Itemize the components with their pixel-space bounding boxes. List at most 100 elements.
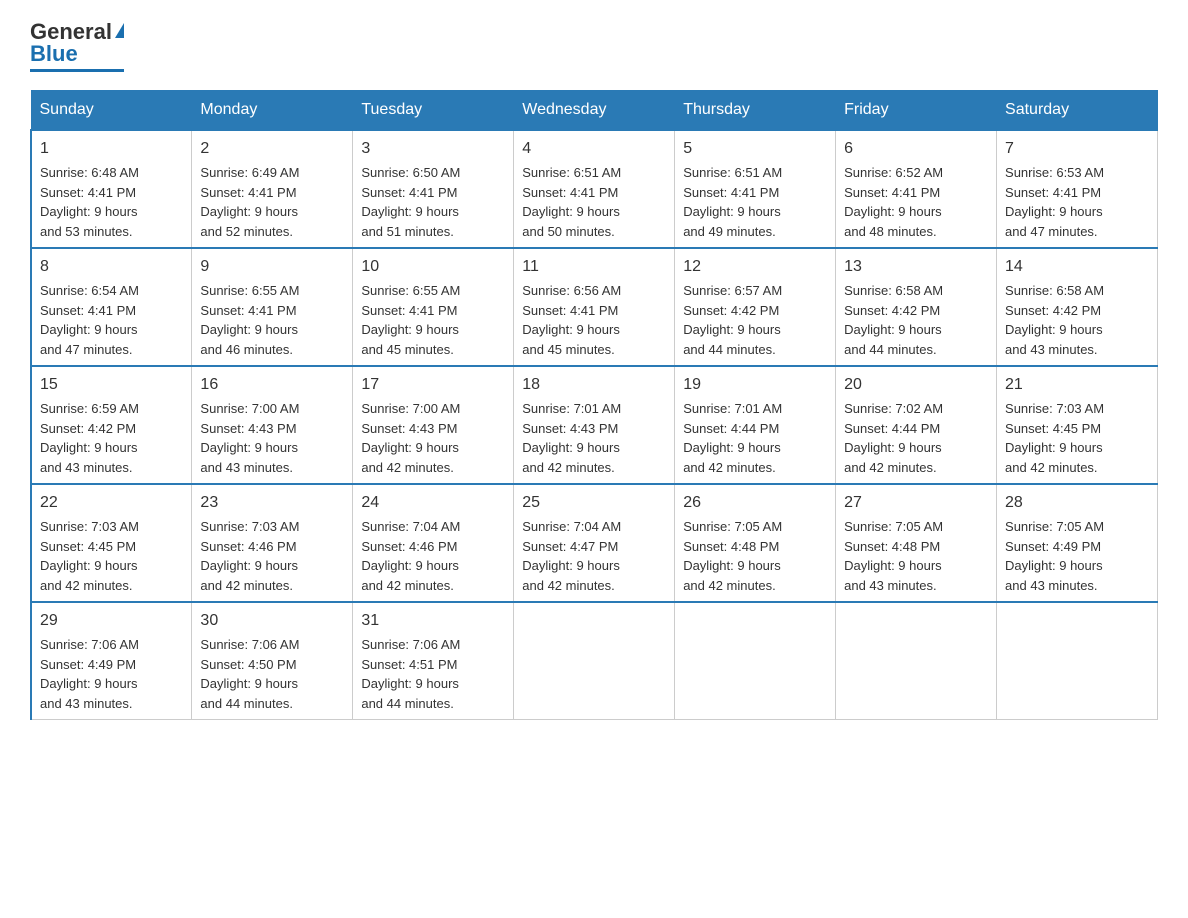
logo: General Blue	[30, 20, 124, 72]
calendar-cell: 23Sunrise: 7:03 AMSunset: 4:46 PMDayligh…	[192, 484, 353, 602]
calendar-cell: 18 Sunrise: 7:01 AMSunset: 4:43 PMDayligh…	[514, 366, 675, 484]
day-number: 23	[200, 491, 344, 515]
calendar-table: SundayMondayTuesdayWednesdayThursdayFrid…	[30, 90, 1158, 720]
calendar-cell: 2 Sunrise: 6:49 AMSunset: 4:41 PMDaylight…	[192, 130, 353, 248]
header-friday: Friday	[836, 91, 997, 131]
day-number: 19	[683, 373, 827, 397]
day-info: Sunrise: 7:06 AMSunset: 4:51 PMDaylight:…	[361, 637, 460, 711]
day-number: 11	[522, 255, 666, 279]
week-row-3: 15 Sunrise: 6:59 AMSunset: 4:42 PMDayligh…	[31, 366, 1158, 484]
day-number: 16	[200, 373, 344, 397]
calendar-cell: 8Sunrise: 6:54 AMSunset: 4:41 PMDaylight…	[31, 248, 192, 366]
day-info: Sunrise: 7:01 AMSunset: 4:44 PMDaylight:…	[683, 401, 782, 475]
calendar-cell: 22 Sunrise: 7:03 AMSunset: 4:45 PMDayligh…	[31, 484, 192, 602]
day-info: Sunrise: 6:56 AMSunset: 4:41 PMDaylight:…	[522, 283, 621, 357]
week-row-2: 8Sunrise: 6:54 AMSunset: 4:41 PMDaylight…	[31, 248, 1158, 366]
day-number: 31	[361, 609, 505, 633]
day-number: 13	[844, 255, 988, 279]
day-number: 25	[522, 491, 666, 515]
day-number: 3	[361, 137, 505, 161]
day-info: Sunrise: 7:06 AMSunset: 4:50 PMDaylight:…	[200, 637, 299, 711]
day-info: Sunrise: 6:57 AMSunset: 4:42 PMDaylight:…	[683, 283, 782, 357]
day-number: 5	[683, 137, 827, 161]
day-info: Sunrise: 7:00 AMSunset: 4:43 PMDaylight:…	[361, 401, 460, 475]
calendar-cell: 14 Sunrise: 6:58 AMSunset: 4:42 PMDayligh…	[997, 248, 1158, 366]
calendar-cell: 12 Sunrise: 6:57 AMSunset: 4:42 PMDayligh…	[675, 248, 836, 366]
day-number: 10	[361, 255, 505, 279]
calendar-cell: 24Sunrise: 7:04 AMSunset: 4:46 PMDayligh…	[353, 484, 514, 602]
day-number: 22	[40, 491, 183, 515]
day-info: Sunrise: 6:59 AMSunset: 4:42 PMDaylight:…	[40, 401, 139, 475]
day-info: Sunrise: 6:52 AMSunset: 4:41 PMDaylight:…	[844, 165, 943, 239]
day-info: Sunrise: 7:04 AMSunset: 4:47 PMDaylight:…	[522, 519, 621, 593]
calendar-cell: 10 Sunrise: 6:55 AMSunset: 4:41 PMDayligh…	[353, 248, 514, 366]
day-number: 26	[683, 491, 827, 515]
header-saturday: Saturday	[997, 91, 1158, 131]
calendar-cell: 17Sunrise: 7:00 AMSunset: 4:43 PMDayligh…	[353, 366, 514, 484]
day-number: 20	[844, 373, 988, 397]
logo-underline	[30, 69, 124, 72]
logo-blue: Blue	[30, 42, 78, 66]
calendar-cell: 16 Sunrise: 7:00 AMSunset: 4:43 PMDayligh…	[192, 366, 353, 484]
day-info: Sunrise: 6:55 AMSunset: 4:41 PMDaylight:…	[361, 283, 460, 357]
calendar-cell: 6Sunrise: 6:52 AMSunset: 4:41 PMDaylight…	[836, 130, 997, 248]
day-info: Sunrise: 6:49 AMSunset: 4:41 PMDaylight:…	[200, 165, 299, 239]
header-thursday: Thursday	[675, 91, 836, 131]
day-info: Sunrise: 7:03 AMSunset: 4:45 PMDaylight:…	[1005, 401, 1104, 475]
calendar-cell: 15 Sunrise: 6:59 AMSunset: 4:42 PMDayligh…	[31, 366, 192, 484]
day-number: 14	[1005, 255, 1149, 279]
day-info: Sunrise: 7:05 AMSunset: 4:48 PMDaylight:…	[683, 519, 782, 593]
day-number: 2	[200, 137, 344, 161]
calendar-cell: 20Sunrise: 7:02 AMSunset: 4:44 PMDayligh…	[836, 366, 997, 484]
day-info: Sunrise: 6:53 AMSunset: 4:41 PMDaylight:…	[1005, 165, 1104, 239]
day-number: 28	[1005, 491, 1149, 515]
day-info: Sunrise: 7:00 AMSunset: 4:43 PMDaylight:…	[200, 401, 299, 475]
day-number: 21	[1005, 373, 1149, 397]
calendar-cell: 11 Sunrise: 6:56 AMSunset: 4:41 PMDayligh…	[514, 248, 675, 366]
page-header: General Blue	[30, 20, 1158, 72]
calendar-cell: 1Sunrise: 6:48 AMSunset: 4:41 PMDaylight…	[31, 130, 192, 248]
day-info: Sunrise: 7:05 AMSunset: 4:48 PMDaylight:…	[844, 519, 943, 593]
day-number: 24	[361, 491, 505, 515]
day-number: 4	[522, 137, 666, 161]
calendar-cell: 26 Sunrise: 7:05 AMSunset: 4:48 PMDayligh…	[675, 484, 836, 602]
calendar-cell	[836, 602, 997, 720]
calendar-cell: 7 Sunrise: 6:53 AMSunset: 4:41 PMDaylight…	[997, 130, 1158, 248]
day-number: 18	[522, 373, 666, 397]
day-info: Sunrise: 7:03 AMSunset: 4:45 PMDaylight:…	[40, 519, 139, 593]
calendar-cell	[675, 602, 836, 720]
day-number: 1	[40, 137, 183, 161]
calendar-cell: 13 Sunrise: 6:58 AMSunset: 4:42 PMDayligh…	[836, 248, 997, 366]
day-info: Sunrise: 6:51 AMSunset: 4:41 PMDaylight:…	[522, 165, 621, 239]
day-info: Sunrise: 7:06 AMSunset: 4:49 PMDaylight:…	[40, 637, 139, 711]
day-info: Sunrise: 7:05 AMSunset: 4:49 PMDaylight:…	[1005, 519, 1104, 593]
header-row: SundayMondayTuesdayWednesdayThursdayFrid…	[31, 91, 1158, 131]
day-info: Sunrise: 6:51 AMSunset: 4:41 PMDaylight:…	[683, 165, 782, 239]
day-info: Sunrise: 7:01 AMSunset: 4:43 PMDaylight:…	[522, 401, 621, 475]
header-wednesday: Wednesday	[514, 91, 675, 131]
header-tuesday: Tuesday	[353, 91, 514, 131]
day-info: Sunrise: 6:54 AMSunset: 4:41 PMDaylight:…	[40, 283, 139, 357]
week-row-1: 1Sunrise: 6:48 AMSunset: 4:41 PMDaylight…	[31, 130, 1158, 248]
calendar-cell: 3Sunrise: 6:50 AMSunset: 4:41 PMDaylight…	[353, 130, 514, 248]
calendar-cell: 21 Sunrise: 7:03 AMSunset: 4:45 PMDayligh…	[997, 366, 1158, 484]
day-number: 12	[683, 255, 827, 279]
day-number: 7	[1005, 137, 1149, 161]
day-info: Sunrise: 6:58 AMSunset: 4:42 PMDaylight:…	[844, 283, 943, 357]
calendar-cell: 29 Sunrise: 7:06 AMSunset: 4:49 PMDayligh…	[31, 602, 192, 720]
day-info: Sunrise: 6:55 AMSunset: 4:41 PMDaylight:…	[200, 283, 299, 357]
header-sunday: Sunday	[31, 91, 192, 131]
week-row-4: 22 Sunrise: 7:03 AMSunset: 4:45 PMDayligh…	[31, 484, 1158, 602]
calendar-cell: 4 Sunrise: 6:51 AMSunset: 4:41 PMDaylight…	[514, 130, 675, 248]
day-number: 29	[40, 609, 183, 633]
day-number: 9	[200, 255, 344, 279]
calendar-cell: 27Sunrise: 7:05 AMSunset: 4:48 PMDayligh…	[836, 484, 997, 602]
day-number: 30	[200, 609, 344, 633]
header-monday: Monday	[192, 91, 353, 131]
day-info: Sunrise: 6:58 AMSunset: 4:42 PMDaylight:…	[1005, 283, 1104, 357]
calendar-cell: 5 Sunrise: 6:51 AMSunset: 4:41 PMDaylight…	[675, 130, 836, 248]
calendar-cell: 25 Sunrise: 7:04 AMSunset: 4:47 PMDayligh…	[514, 484, 675, 602]
calendar-cell: 9 Sunrise: 6:55 AMSunset: 4:41 PMDaylight…	[192, 248, 353, 366]
day-number: 15	[40, 373, 183, 397]
calendar-cell: 28 Sunrise: 7:05 AMSunset: 4:49 PMDayligh…	[997, 484, 1158, 602]
